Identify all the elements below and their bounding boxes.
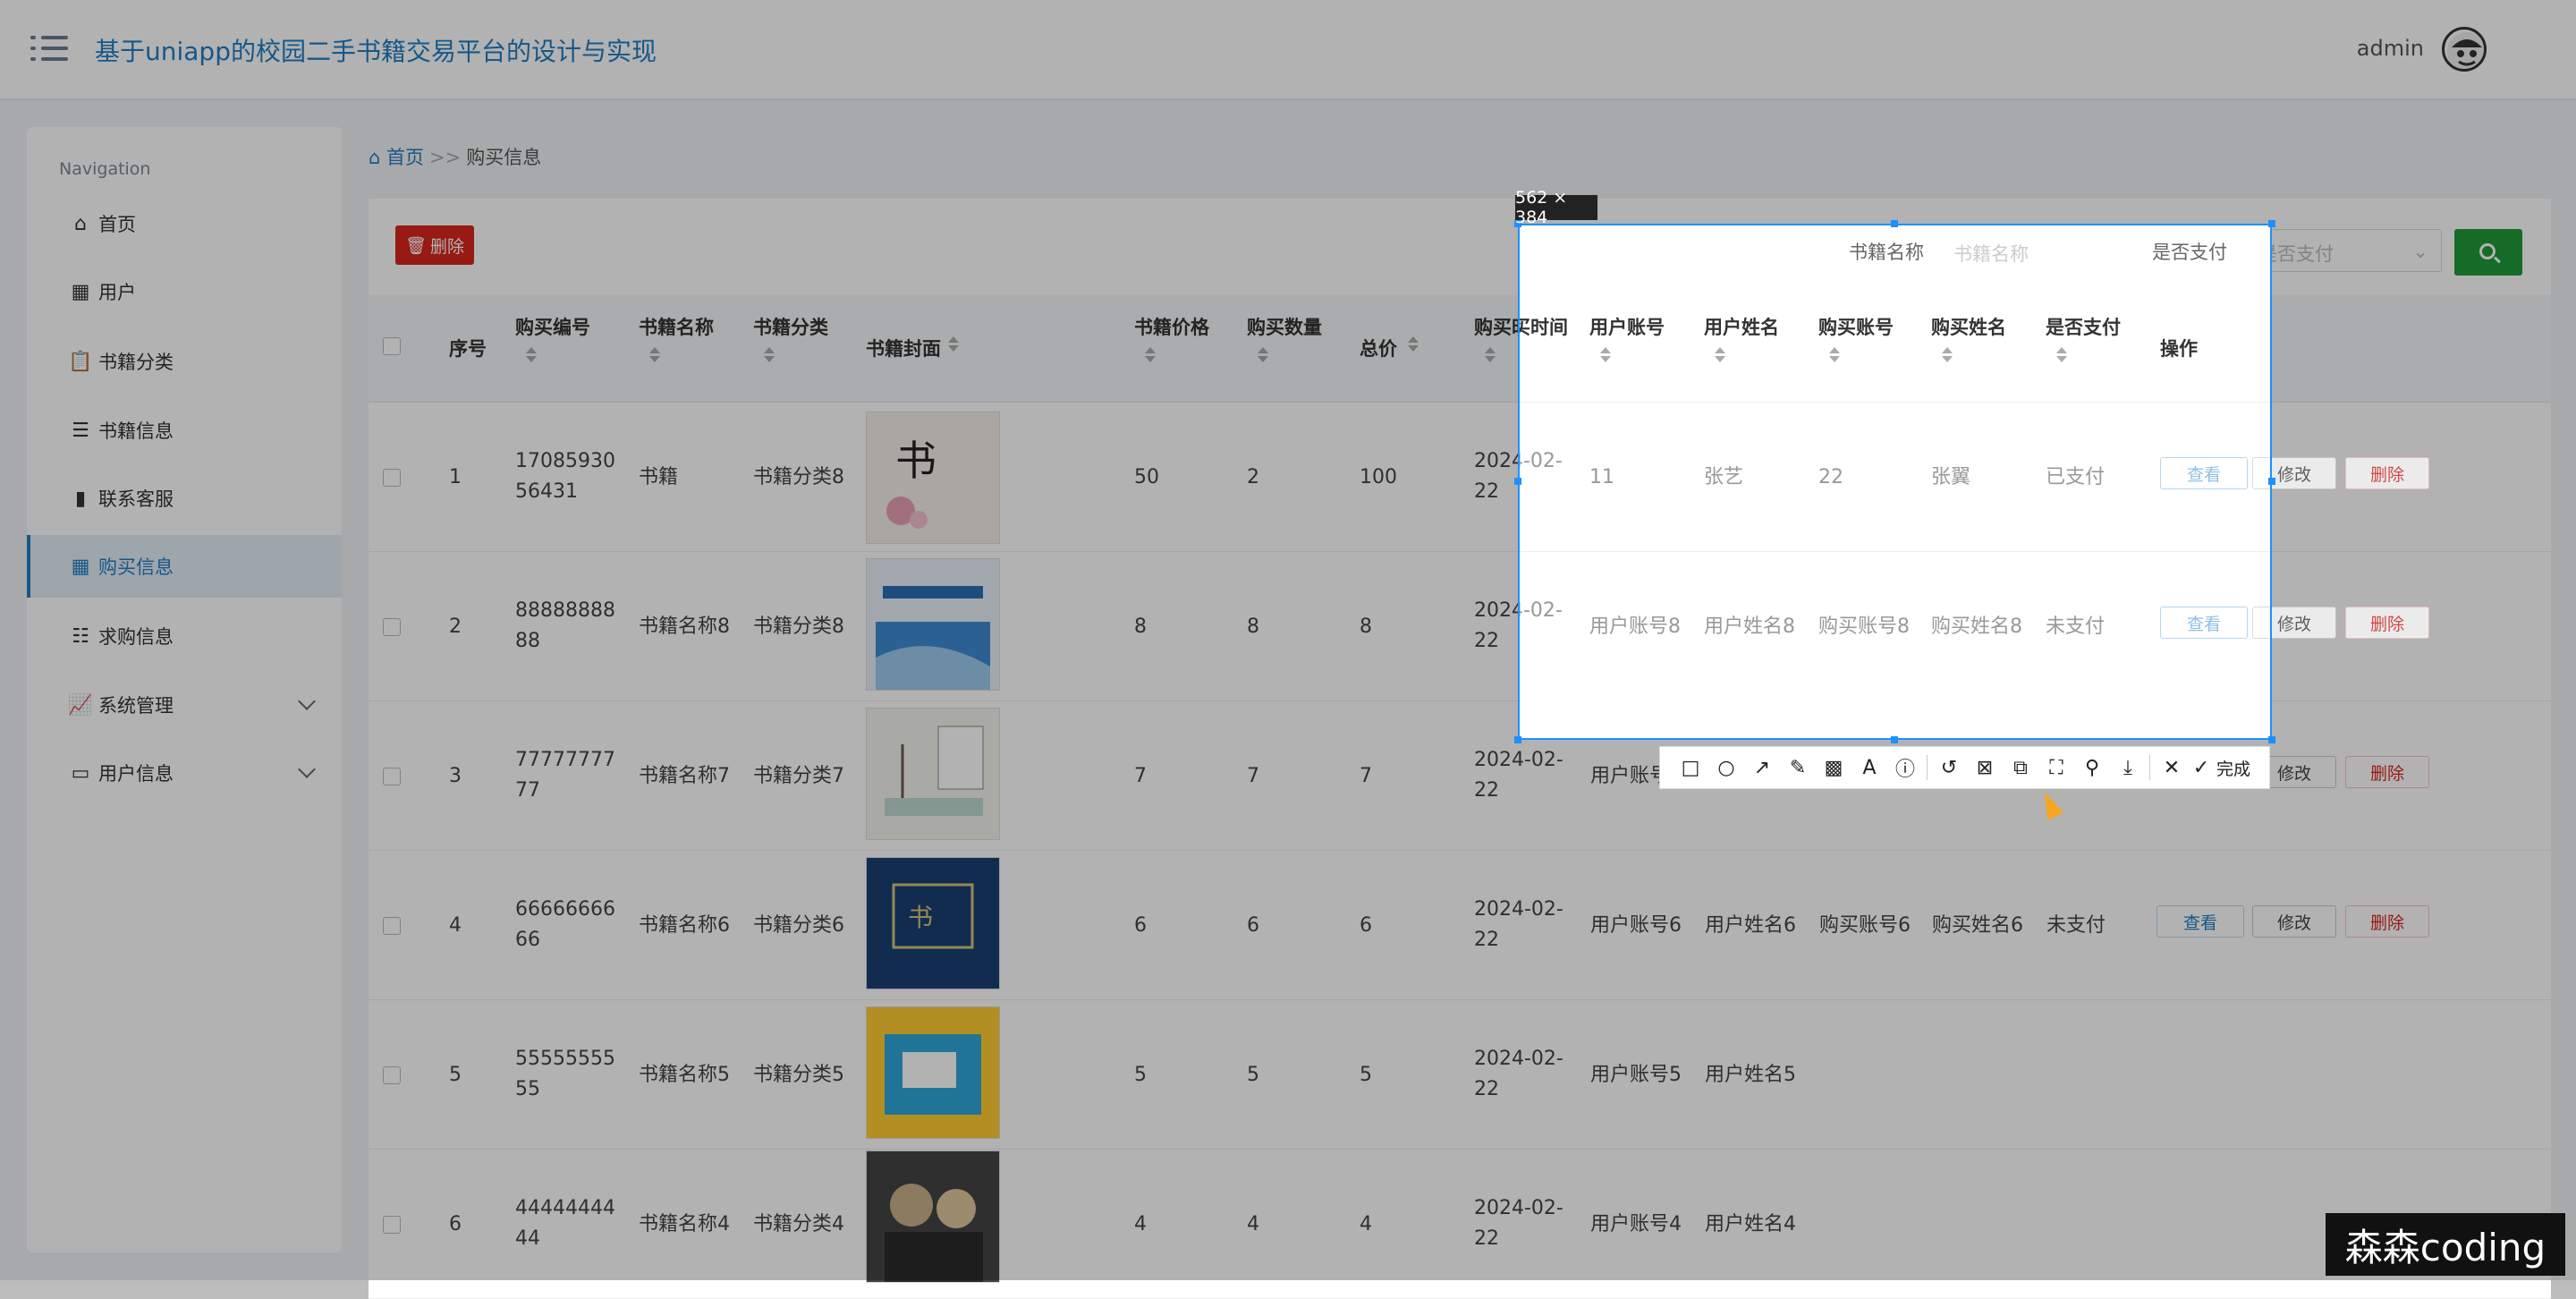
resize-handle[interactable] [1514, 478, 1521, 485]
ellipse-icon[interactable]: ○ [1708, 750, 1744, 785]
ocr-icon[interactable]: ⊠ [1967, 750, 2003, 785]
close-icon[interactable]: ✕ [2154, 750, 2190, 785]
resize-handle[interactable] [1891, 220, 1898, 227]
scroll-capture-icon[interactable]: ⛶ [2038, 750, 2074, 785]
translate-icon[interactable]: ⧉ [2003, 750, 2038, 785]
done-button[interactable]: 完成 [2216, 756, 2250, 780]
app-root: 基于uniapp的校园二手书籍交易平台的设计与实现 admin Navigati… [0, 0, 2576, 1299]
arrow-icon[interactable]: ↗ [1744, 750, 1780, 785]
pen-icon[interactable]: ✎ [1780, 750, 1816, 785]
text-icon[interactable]: A [1852, 750, 1887, 785]
pin-icon[interactable]: ⚲ [2074, 750, 2110, 785]
resize-handle[interactable] [2268, 478, 2275, 485]
capture-toolbar: □ ○ ↗ ✎ ▩ A ⓘ ↺ ⊠ ⧉ ⛶ ⚲ ⤓ ✕ ✓ 完成 [1659, 746, 2270, 789]
capture-selection-border [1518, 224, 2272, 740]
check-icon[interactable]: ✓ [2190, 750, 2213, 785]
mosaic-icon[interactable]: ▩ [1816, 750, 1852, 785]
capture-size-label: 562 × 384 [1515, 188, 1597, 227]
resize-handle[interactable] [1514, 736, 1521, 743]
delete-button[interactable]: 删除 [2345, 457, 2429, 489]
resize-handle[interactable] [2268, 736, 2275, 743]
delete-button[interactable]: 删除 [2345, 607, 2429, 639]
resize-handle[interactable] [1891, 736, 1898, 743]
resize-handle[interactable] [2268, 220, 2275, 227]
rectangle-icon[interactable]: □ [1673, 750, 1708, 785]
save-icon[interactable]: ⤓ [2110, 750, 2146, 785]
watermark: 森森coding [2326, 1213, 2565, 1276]
number-icon[interactable]: ⓘ [1887, 750, 1923, 785]
undo-icon[interactable]: ↺ [1931, 750, 1967, 785]
